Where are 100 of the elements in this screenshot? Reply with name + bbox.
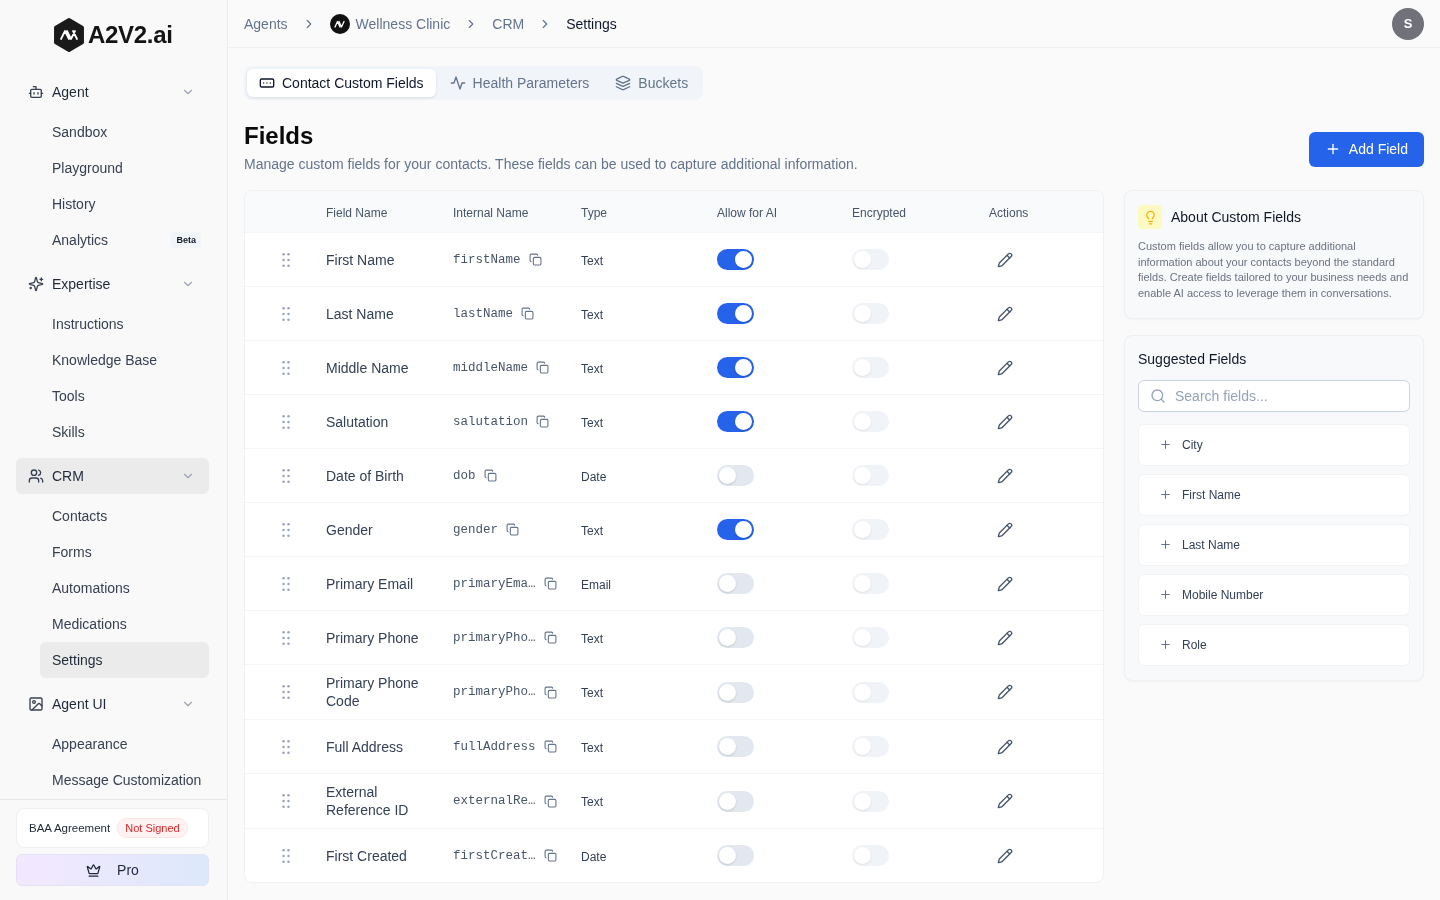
toggle-switch[interactable] xyxy=(717,681,754,703)
drag-handle-icon[interactable] xyxy=(281,848,290,863)
pencil-icon[interactable] xyxy=(997,738,1013,755)
nav-item[interactable]: Tools xyxy=(40,378,209,414)
nav-item[interactable]: Appearance xyxy=(40,726,209,762)
toggle-switch[interactable] xyxy=(852,790,889,812)
toggle-switch[interactable] xyxy=(852,681,889,703)
nav-item[interactable]: Playground xyxy=(40,150,209,186)
toggle-switch[interactable] xyxy=(717,303,754,324)
drag-handle-icon[interactable] xyxy=(281,685,290,699)
nav-item[interactable]: Knowledge Base xyxy=(40,342,209,378)
suggested-field-item[interactable]: Role xyxy=(1138,623,1410,666)
drag-handle-icon[interactable] xyxy=(281,739,290,754)
nav-item[interactable]: Instructions xyxy=(40,306,209,342)
breadcrumb-link[interactable]: Agents xyxy=(244,15,288,32)
drag-handle-icon[interactable] xyxy=(281,252,290,267)
copy-icon[interactable] xyxy=(543,740,557,753)
copy-icon[interactable] xyxy=(536,415,549,428)
add-field-button[interactable]: Add Field xyxy=(1308,131,1424,167)
toggle-switch[interactable] xyxy=(717,465,754,486)
field-type: Text xyxy=(581,361,603,376)
toggle-switch[interactable] xyxy=(852,845,889,866)
toggle-switch[interactable] xyxy=(852,465,889,486)
copy-icon[interactable] xyxy=(521,307,534,320)
toggle-switch[interactable] xyxy=(852,303,889,324)
pencil-icon[interactable] xyxy=(997,467,1013,484)
drag-handle-icon[interactable] xyxy=(281,414,290,429)
nav-item[interactable]: Sandbox xyxy=(40,114,209,150)
nav-group-header[interactable]: Agent xyxy=(16,74,209,110)
search-icon xyxy=(1150,387,1166,404)
copy-icon[interactable] xyxy=(543,849,557,862)
nav-item[interactable]: Message Customization xyxy=(40,762,209,798)
drag-handle-icon[interactable] xyxy=(281,630,290,645)
copy-icon[interactable] xyxy=(543,577,557,590)
toggle-switch[interactable] xyxy=(717,845,754,866)
toggle-switch[interactable] xyxy=(717,357,754,378)
suggested-field-item[interactable]: Mobile Number xyxy=(1138,573,1410,616)
copy-icon[interactable] xyxy=(543,794,557,808)
pro-button[interactable]: Pro xyxy=(16,854,209,886)
nav-group-header[interactable]: Agent UI xyxy=(16,686,209,722)
copy-icon[interactable] xyxy=(506,523,519,536)
nav-group-header[interactable]: CRM xyxy=(16,458,209,494)
search-field[interactable]: Search fields... xyxy=(1138,379,1410,412)
nav-item[interactable]: Settings xyxy=(40,642,209,678)
toggle-switch[interactable] xyxy=(852,736,889,757)
copy-icon[interactable] xyxy=(483,469,497,482)
drag-handle-icon[interactable] xyxy=(281,794,290,808)
toggle-switch[interactable] xyxy=(717,411,754,432)
copy-icon[interactable] xyxy=(543,631,557,644)
pencil-icon[interactable] xyxy=(997,629,1013,646)
drag-handle-icon[interactable] xyxy=(281,306,290,321)
user-avatar[interactable]: S xyxy=(1392,7,1424,40)
nav-item[interactable]: Contacts xyxy=(40,498,209,534)
copy-icon[interactable] xyxy=(536,361,549,374)
breadcrumb-link[interactable]: CRM xyxy=(492,15,525,32)
pencil-icon[interactable] xyxy=(997,793,1013,809)
drag-handle-icon[interactable] xyxy=(281,576,290,591)
nav-group-header[interactable]: Expertise xyxy=(16,266,209,302)
breadcrumb-link[interactable]: Wellness Clinic xyxy=(329,13,451,34)
suggested-field-item[interactable]: Last Name xyxy=(1138,523,1410,566)
suggested-field-item[interactable]: City xyxy=(1138,423,1410,466)
nav-item[interactable]: History xyxy=(40,186,209,222)
toggle-switch[interactable] xyxy=(717,790,754,812)
pencil-icon[interactable] xyxy=(997,847,1013,864)
toggle-switch[interactable] xyxy=(717,249,754,270)
nav-item[interactable]: Skills xyxy=(40,414,209,450)
drag-handle-icon[interactable] xyxy=(281,468,290,483)
nav-item[interactable]: Analytics Beta xyxy=(40,222,209,258)
plus-icon xyxy=(1159,588,1172,602)
toggle-switch[interactable] xyxy=(717,519,754,540)
nav-item[interactable]: Forms xyxy=(40,534,209,570)
suggested-field-item[interactable]: First Name xyxy=(1138,473,1410,516)
toggle-switch[interactable] xyxy=(717,627,754,648)
toggle-switch[interactable] xyxy=(852,573,889,594)
toggle-switch[interactable] xyxy=(717,736,754,757)
toggle-switch[interactable] xyxy=(852,357,889,378)
tab[interactable]: Contact Custom Fields xyxy=(247,69,436,97)
pencil-icon[interactable] xyxy=(997,521,1013,538)
nav-item[interactable]: Automations xyxy=(40,570,209,606)
pencil-icon[interactable] xyxy=(997,305,1013,322)
nav-item[interactable]: Medications xyxy=(40,606,209,642)
tab[interactable]: Buckets xyxy=(603,69,701,97)
field-type: Text xyxy=(581,631,603,646)
drag-handle-icon[interactable] xyxy=(281,360,290,375)
toggle-switch[interactable] xyxy=(852,411,889,432)
field-type: Date xyxy=(581,849,607,864)
pencil-icon[interactable] xyxy=(997,575,1013,592)
beta-badge: Beta xyxy=(171,232,201,248)
toggle-switch[interactable] xyxy=(852,249,889,270)
tab[interactable]: Health Parameters xyxy=(437,69,602,97)
copy-icon[interactable] xyxy=(528,253,542,266)
drag-handle-icon[interactable] xyxy=(281,522,290,537)
toggle-switch[interactable] xyxy=(717,573,754,594)
copy-icon[interactable] xyxy=(543,685,557,699)
pencil-icon[interactable] xyxy=(997,359,1013,376)
pencil-icon[interactable] xyxy=(997,413,1013,430)
toggle-switch[interactable] xyxy=(852,519,889,540)
toggle-switch[interactable] xyxy=(852,627,889,648)
pencil-icon[interactable] xyxy=(997,684,1013,700)
pencil-icon[interactable] xyxy=(997,251,1013,268)
